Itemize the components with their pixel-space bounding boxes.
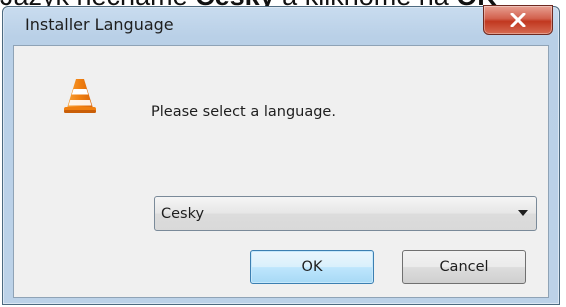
vlc-cone-icon <box>64 79 96 113</box>
cancel-button[interactable]: Cancel <box>402 250 526 284</box>
language-select-value: Cesky <box>161 206 205 222</box>
dialog-body: Please select a language. Cesky OK Cance… <box>13 45 549 298</box>
installer-language-window: Installer Language Please select a langu… <box>2 5 560 305</box>
close-x-icon <box>510 13 526 27</box>
prompt-text: Please select a language. <box>151 104 336 120</box>
close-button[interactable] <box>483 5 553 35</box>
language-select[interactable]: Cesky <box>154 196 537 231</box>
chevron-down-icon <box>518 210 528 216</box>
title-bar[interactable]: Installer Language <box>3 5 559 43</box>
ok-button[interactable]: OK <box>250 250 374 284</box>
window-title: Installer Language <box>25 15 174 34</box>
